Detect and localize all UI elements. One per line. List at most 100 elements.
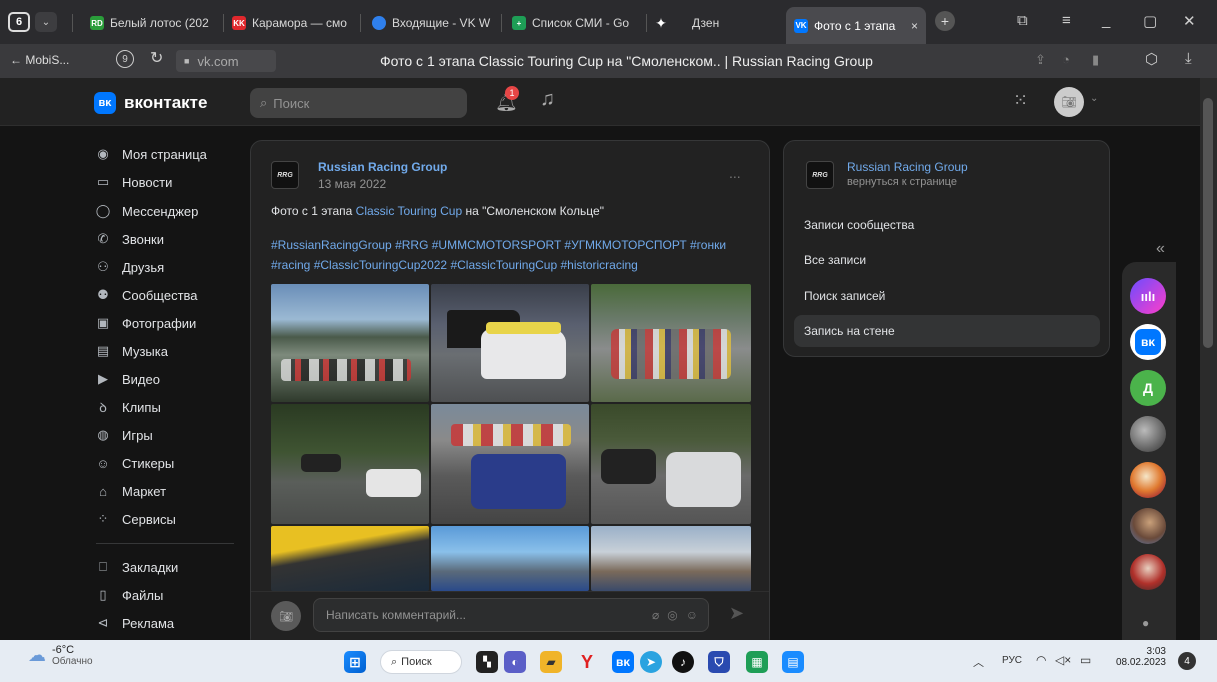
menu-item-services[interactable]: ⁘ Сервисы [94,507,176,531]
menu-item-calls[interactable]: ✆ Звонки [94,227,164,251]
tab-beliy-lotos[interactable]: RD Белый лотос (202 [90,9,220,37]
docs-app-icon[interactable]: ▤ [782,651,804,673]
contact-avatar[interactable] [1130,416,1166,452]
volume-icon[interactable]: ◁× [1055,653,1071,667]
post-photo[interactable] [431,284,589,402]
vk-taskbar-icon[interactable]: ʙᴋ [612,651,634,673]
menu-item-market[interactable]: ⌂ Маркет [94,479,166,503]
chat-bubble-icon[interactable]: ● [1142,616,1149,630]
menu-item-bookmarks[interactable]: ⎕ Закладки [94,555,178,579]
new-tab-button[interactable]: + [935,11,955,31]
collapse-sidebar-icon[interactable]: « [1156,240,1165,258]
menu-item-video[interactable]: ▶ Видео [94,367,160,391]
tab-dzen[interactable]: ✦ Дзен [654,9,774,37]
menu-item-news[interactable]: ▭ Новости [94,170,172,194]
post-date[interactable]: 13 мая 2022 [318,177,386,191]
post-hashtags-line1[interactable]: #RussianRacingGroup #RRG #UMMCMOTORSPORT… [271,238,726,252]
post-photo[interactable] [271,404,429,524]
contact-avatar-d[interactable]: Д [1130,370,1166,406]
music-icon[interactable]: ♫ [540,88,555,111]
bookmark-icon[interactable]: ▮ [1092,52,1099,68]
post-photo[interactable] [591,284,751,402]
scrollbar-thumb[interactable] [1203,98,1213,348]
menu-item-music[interactable]: ▤ Музыка [94,339,168,363]
file-explorer-icon[interactable]: ▰ [540,651,562,673]
notifications-button[interactable]: 🔔︎ 1 [495,86,519,114]
vk-app-icon[interactable]: ʙᴋ [1130,324,1166,360]
nav-all-posts[interactable]: Все записи [794,244,1100,276]
menu-item-ads[interactable]: ⊲ Реклама [94,611,175,635]
menu-item-games[interactable]: ◍ Игры [94,423,152,447]
post-photo[interactable] [431,404,589,524]
extensions-icon[interactable]: ⬡ [1145,50,1158,68]
back-to-page-link[interactable]: вернуться к странице [847,176,957,188]
community-avatar[interactable]: RRG [806,161,834,189]
tray-overflow-icon[interactable]: ︿ [973,654,984,670]
post-photo[interactable] [591,526,751,591]
notification-center-badge[interactable]: 4 [1178,652,1196,670]
back-button[interactable]: ← MobiS... [10,53,69,67]
contact-avatar[interactable] [1130,462,1166,498]
post-hashtags-line2[interactable]: #racing #ClassicTouringCup2022 #ClassicT… [271,258,638,272]
comment-input[interactable]: Написать комментарий... ⌀ ◎ ☺ [313,598,709,632]
close-window-icon[interactable]: ✕ [1183,12,1196,30]
tab-counter[interactable]: 6 [8,12,30,32]
post-photo[interactable] [591,404,751,524]
post-more-icon[interactable]: ... [729,165,741,181]
url-field[interactable]: ■ vk.com [176,50,276,72]
tab-karamora[interactable]: KK Карамора — смо [232,9,357,37]
reload-icon[interactable]: ↻ [150,48,163,68]
battery-icon[interactable]: ▭ [1080,653,1091,667]
menu-item-files[interactable]: ▯ Файлы [94,583,163,607]
tab-active-photo[interactable]: VK Фото с 1 этапа × [786,7,926,44]
attach-icon[interactable]: ⌀ [652,608,659,622]
nav-search-posts[interactable]: Поиск записей [794,280,1100,312]
yandex-browser-icon[interactable]: Y [576,651,598,673]
task-view-icon[interactable]: ▚ [476,651,498,673]
telegram-icon[interactable]: ➤ [640,651,662,673]
emoji-icon[interactable]: ☺ [686,608,698,622]
collections-icon[interactable]: ⧉ [1017,12,1028,29]
send-icon[interactable]: ➤ [729,603,744,624]
sheets-app-icon[interactable]: ▦ [746,651,768,673]
nav-wall-post[interactable]: Запись на стене [794,315,1100,347]
post-text-link[interactable]: Classic Touring Cup [356,204,463,218]
author-avatar[interactable]: RRG [271,161,299,189]
start-button[interactable]: ⊞ [344,651,366,673]
language-indicator[interactable]: РУС [1002,655,1022,666]
clock[interactable]: 3:03 08.02.2023 [1110,646,1166,668]
taskbar-search[interactable]: ⌕ Поиск [380,650,462,674]
tab-google-sheets[interactable]: + Список СМИ - Go [512,9,642,37]
vk-logo[interactable]: ʙᴋ вконтакте [94,92,207,114]
post-author[interactable]: Russian Racing Group [318,160,447,174]
download-icon[interactable]: ⤓ [1185,50,1192,67]
menu-item-communities[interactable]: ⚉ Сообщества [94,283,197,307]
menu-item-stickers[interactable]: ☺ Стикеры [94,451,174,475]
community-name[interactable]: Russian Racing Group [847,160,968,174]
extension-icon[interactable]: ◔ [1062,52,1070,67]
tabs-dropdown-icon[interactable]: ⌄ [35,12,57,32]
audio-app-icon[interactable]: ıılı [1130,278,1166,314]
protect-icon[interactable]: 9 [116,50,134,68]
menu-item-friends[interactable]: ⚇ Друзья [94,255,164,279]
apps-grid-icon[interactable]: ⁙ [1013,90,1028,111]
post-photo[interactable] [271,526,429,591]
chat-app-icon[interactable]: ◐ [504,651,526,673]
menu-item-messenger[interactable]: ◯ Мессенджер [94,199,199,223]
tiktok-icon[interactable]: ♪ [672,651,694,673]
security-app-icon[interactable]: ⛉ [708,651,730,673]
profile-chevron-icon[interactable]: ⌄ [1090,93,1098,104]
maximize-icon[interactable]: ▢ [1143,12,1157,30]
weather-widget[interactable]: ☁ -6°C Облачно [28,644,93,667]
post-photo[interactable] [271,284,429,402]
wifi-icon[interactable]: ◠ [1036,653,1046,667]
menu-item-clips[interactable]: ꝺ Клипы [94,395,161,419]
close-tab-icon[interactable]: × [911,19,918,33]
menu-icon[interactable]: ≡ [1062,12,1071,29]
menu-item-photos[interactable]: ▣ Фотографии [94,311,196,335]
tab-vk-mail[interactable]: Входящие - VK W [372,9,497,37]
menu-item-my-page[interactable]: ◉ Моя страница [94,142,207,166]
minimize-icon[interactable]: _ [1102,12,1110,29]
camera-icon[interactable]: ◎ [667,608,677,622]
share-icon[interactable]: ⇪ [1035,52,1046,68]
